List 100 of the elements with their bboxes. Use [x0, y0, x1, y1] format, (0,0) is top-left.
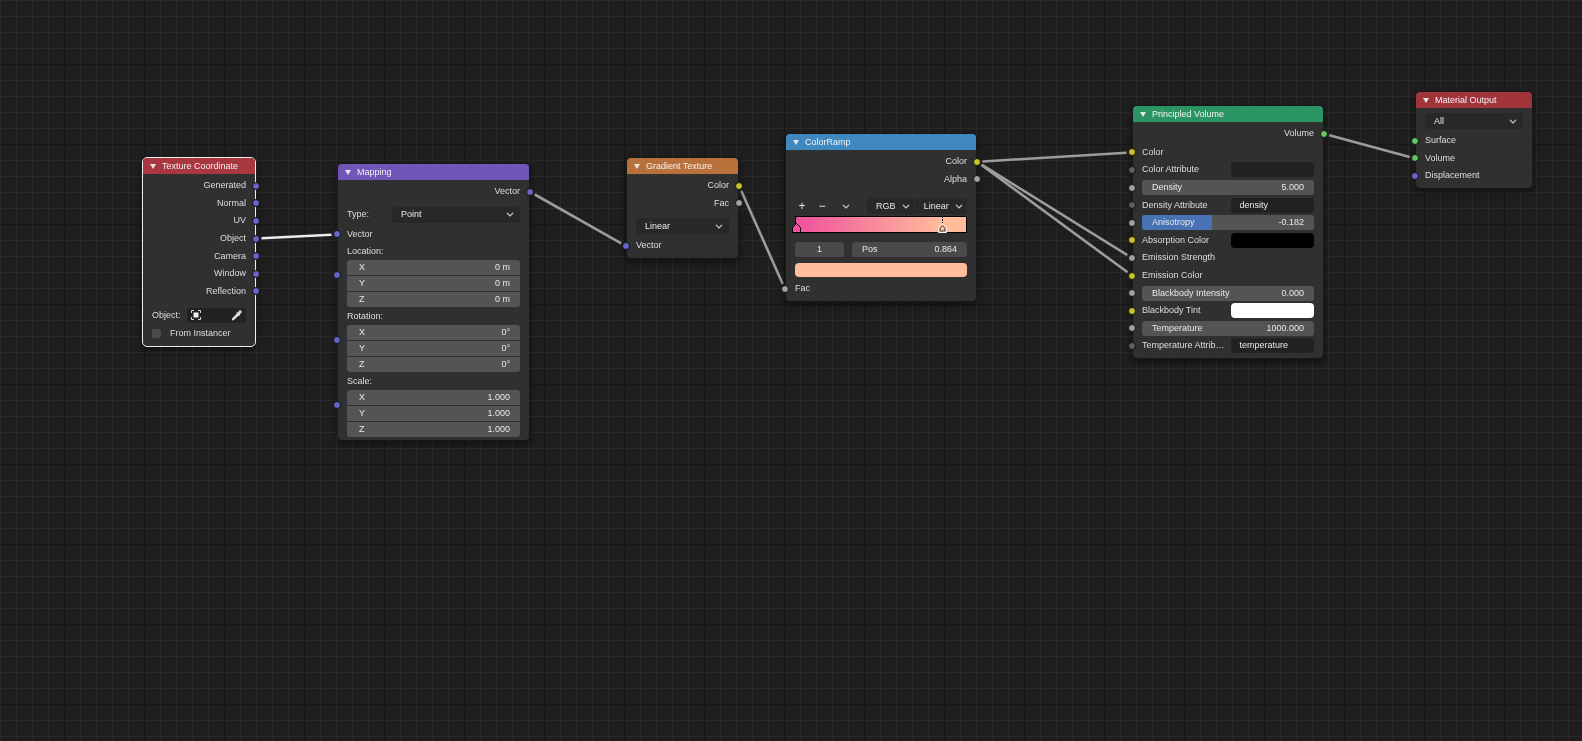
- node-header[interactable]: Texture Coordinate: [143, 158, 255, 174]
- socket-dot-icon[interactable]: [333, 336, 341, 345]
- number-field[interactable]: X 1.000: [347, 390, 520, 406]
- triangle-down-icon[interactable]: [793, 139, 799, 145]
- socket-dot-icon[interactable]: [1128, 218, 1136, 227]
- socket-dot-icon[interactable]: [781, 285, 789, 293]
- socket-dot-icon[interactable]: [1128, 341, 1136, 350]
- number-field[interactable]: Y 0 m: [347, 276, 520, 292]
- color-stop-marker[interactable]: [791, 223, 801, 234]
- field-label: Temperature Attrib…: [1142, 340, 1226, 352]
- object-field[interactable]: [186, 307, 246, 323]
- socket-dot-icon[interactable]: [735, 199, 743, 208]
- number-field[interactable]: X 0°: [347, 325, 520, 341]
- number-field[interactable]: 1: [795, 242, 844, 258]
- add-button[interactable]: +: [795, 199, 809, 214]
- socket-label: Surface: [1425, 135, 1457, 147]
- node-link[interactable]: [534, 193, 622, 245]
- dropdown-field[interactable]: Point: [392, 206, 520, 223]
- dropdown-field[interactable]: Linear: [914, 198, 967, 215]
- text-field[interactable]: density: [1231, 197, 1314, 213]
- chevron-down-icon[interactable]: [955, 203, 963, 209]
- number-slider[interactable]: Temperature 1000.000: [1142, 320, 1314, 336]
- chevron-down-icon[interactable]: [842, 203, 850, 209]
- text-field[interactable]: temperature: [1231, 338, 1314, 354]
- dropdown-field[interactable]: Linear: [636, 218, 729, 235]
- socket-dot-icon[interactable]: [1128, 289, 1136, 298]
- number-field[interactable]: Y 1.000: [347, 406, 520, 422]
- checkbox[interactable]: [152, 329, 161, 339]
- color-swatch[interactable]: [795, 263, 967, 278]
- socket-dot-icon[interactable]: [1128, 324, 1136, 333]
- chevron-down-icon[interactable]: [901, 203, 910, 209]
- node-link[interactable]: [981, 163, 1128, 257]
- color-ramp-bar[interactable]: [795, 216, 967, 234]
- socket-dot-icon[interactable]: [1128, 271, 1136, 280]
- triangle-down-icon[interactable]: [345, 169, 351, 175]
- socket-dot-icon[interactable]: [252, 234, 260, 243]
- socket-dot-icon[interactable]: [252, 217, 260, 225]
- node-header[interactable]: ColorRamp: [786, 134, 976, 150]
- socket-dot-icon[interactable]: [1128, 201, 1136, 210]
- node-header[interactable]: Material Output: [1416, 92, 1532, 108]
- chevron-down-icon[interactable]: [506, 212, 514, 218]
- socket-dot-icon[interactable]: [252, 181, 260, 190]
- remove-button[interactable]: −: [815, 199, 829, 214]
- node-title: Principled Volume: [1152, 108, 1225, 120]
- node-link[interactable]: [1328, 133, 1411, 159]
- checkbox-label: From Instancer: [170, 328, 231, 340]
- triangle-down-icon[interactable]: [1140, 111, 1146, 117]
- chevron-down-icon[interactable]: [715, 223, 723, 229]
- socket-dot-icon[interactable]: [252, 199, 260, 208]
- socket-dot-icon[interactable]: [1128, 236, 1136, 245]
- node-header[interactable]: Gradient Texture: [627, 158, 738, 174]
- socket-dot-icon[interactable]: [1128, 183, 1136, 192]
- dropdown-field[interactable]: RGB: [867, 198, 914, 215]
- number-field[interactable]: Z 1.000: [347, 422, 520, 438]
- number-slider[interactable]: Anisotropy -0.182: [1142, 215, 1314, 231]
- socket-dot-icon[interactable]: [1128, 306, 1136, 315]
- number-field[interactable]: X 0 m: [347, 260, 520, 276]
- triangle-down-icon[interactable]: [634, 163, 640, 169]
- number-field[interactable]: Pos 0.864: [852, 242, 967, 258]
- socket-dot-icon[interactable]: [1128, 148, 1136, 157]
- node-title: Mapping: [357, 166, 392, 178]
- number-slider[interactable]: Density 5.000: [1142, 180, 1314, 196]
- node-link[interactable]: [740, 190, 784, 285]
- node-header[interactable]: Mapping: [338, 164, 529, 180]
- node-header[interactable]: Principled Volume: [1133, 106, 1323, 122]
- field-value: 1.000: [487, 408, 510, 420]
- socket-dot-icon[interactable]: [1320, 129, 1328, 138]
- socket-dot-icon[interactable]: [973, 175, 981, 184]
- number-slider[interactable]: Blackbody Intensity 0.000: [1142, 285, 1314, 301]
- node-link[interactable]: [980, 164, 1129, 274]
- socket-dot-icon[interactable]: [252, 269, 260, 278]
- socket-dot-icon[interactable]: [1128, 253, 1136, 262]
- socket-dot-icon[interactable]: [333, 271, 341, 280]
- color-swatch[interactable]: [1231, 232, 1314, 248]
- number-field[interactable]: Y 0°: [347, 341, 520, 357]
- triangle-down-icon[interactable]: [150, 163, 156, 169]
- triangle-down-icon[interactable]: [1423, 97, 1429, 103]
- color-stop-marker[interactable]: [938, 216, 948, 234]
- socket-dot-icon[interactable]: [526, 187, 534, 196]
- socket-dot-icon[interactable]: [622, 242, 630, 250]
- axis-label: Z: [359, 424, 365, 436]
- socket-dot-icon[interactable]: [252, 287, 260, 296]
- number-field[interactable]: Z 0°: [347, 357, 520, 373]
- socket-dot-icon[interactable]: [252, 252, 260, 261]
- socket-dot-icon[interactable]: [333, 230, 341, 239]
- socket-dot-icon[interactable]: [1411, 136, 1419, 145]
- eyedropper-icon[interactable]: [231, 309, 242, 321]
- socket-dot-icon[interactable]: [1128, 166, 1136, 174]
- socket-label: Alpha: [943, 173, 967, 185]
- socket-dot-icon[interactable]: [735, 181, 743, 190]
- socket-dot-icon[interactable]: [1411, 172, 1419, 180]
- socket-dot-icon[interactable]: [1411, 154, 1419, 163]
- number-field[interactable]: Z 0 m: [347, 292, 520, 308]
- dropdown-field[interactable]: All: [1425, 113, 1523, 129]
- color-swatch[interactable]: [1231, 303, 1314, 319]
- field-label: Blackbody Tint: [1142, 305, 1202, 317]
- node-link[interactable]: [982, 151, 1127, 163]
- chevron-down-icon[interactable]: [1509, 118, 1517, 124]
- socket-dot-icon[interactable]: [333, 401, 341, 410]
- socket-dot-icon[interactable]: [973, 157, 981, 166]
